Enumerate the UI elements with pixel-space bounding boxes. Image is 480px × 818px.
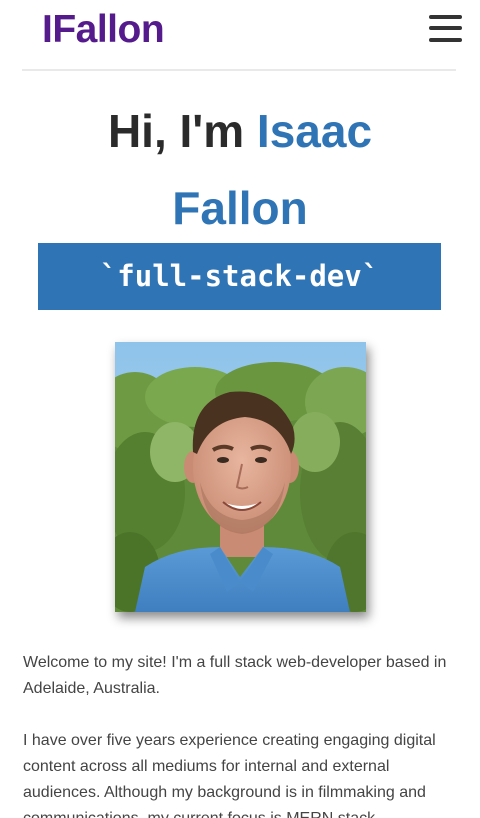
intro-paragraph: Welcome to my site! I'm a full stack web… [23,654,447,697]
role-banner: `full-stack-dev` [38,243,441,310]
brand-logo-link[interactable]: IFallon [42,8,165,52]
hero-greeting: Hi, I'm [107,105,257,157]
hero-first-name: Isaac [256,105,373,157]
hero-title: Hi, I'm Isaac Fallon [20,93,460,247]
hamburger-bar-top [429,15,462,19]
intro-text: Welcome to my site! I'm a full stack web… [23,650,463,818]
hero-last-name: Fallon [172,182,308,234]
hamburger-bar-bottom [429,38,462,42]
hamburger-bar-middle [429,26,462,30]
hamburger-menu-icon[interactable] [429,13,462,43]
intro-paragraph: I have over five years experience creati… [23,732,436,818]
page: IFallon Hi, I'm Isaac Fallon `full-stack-… [0,0,480,818]
navbar: IFallon [22,0,462,71]
profile-photo [115,342,366,612]
